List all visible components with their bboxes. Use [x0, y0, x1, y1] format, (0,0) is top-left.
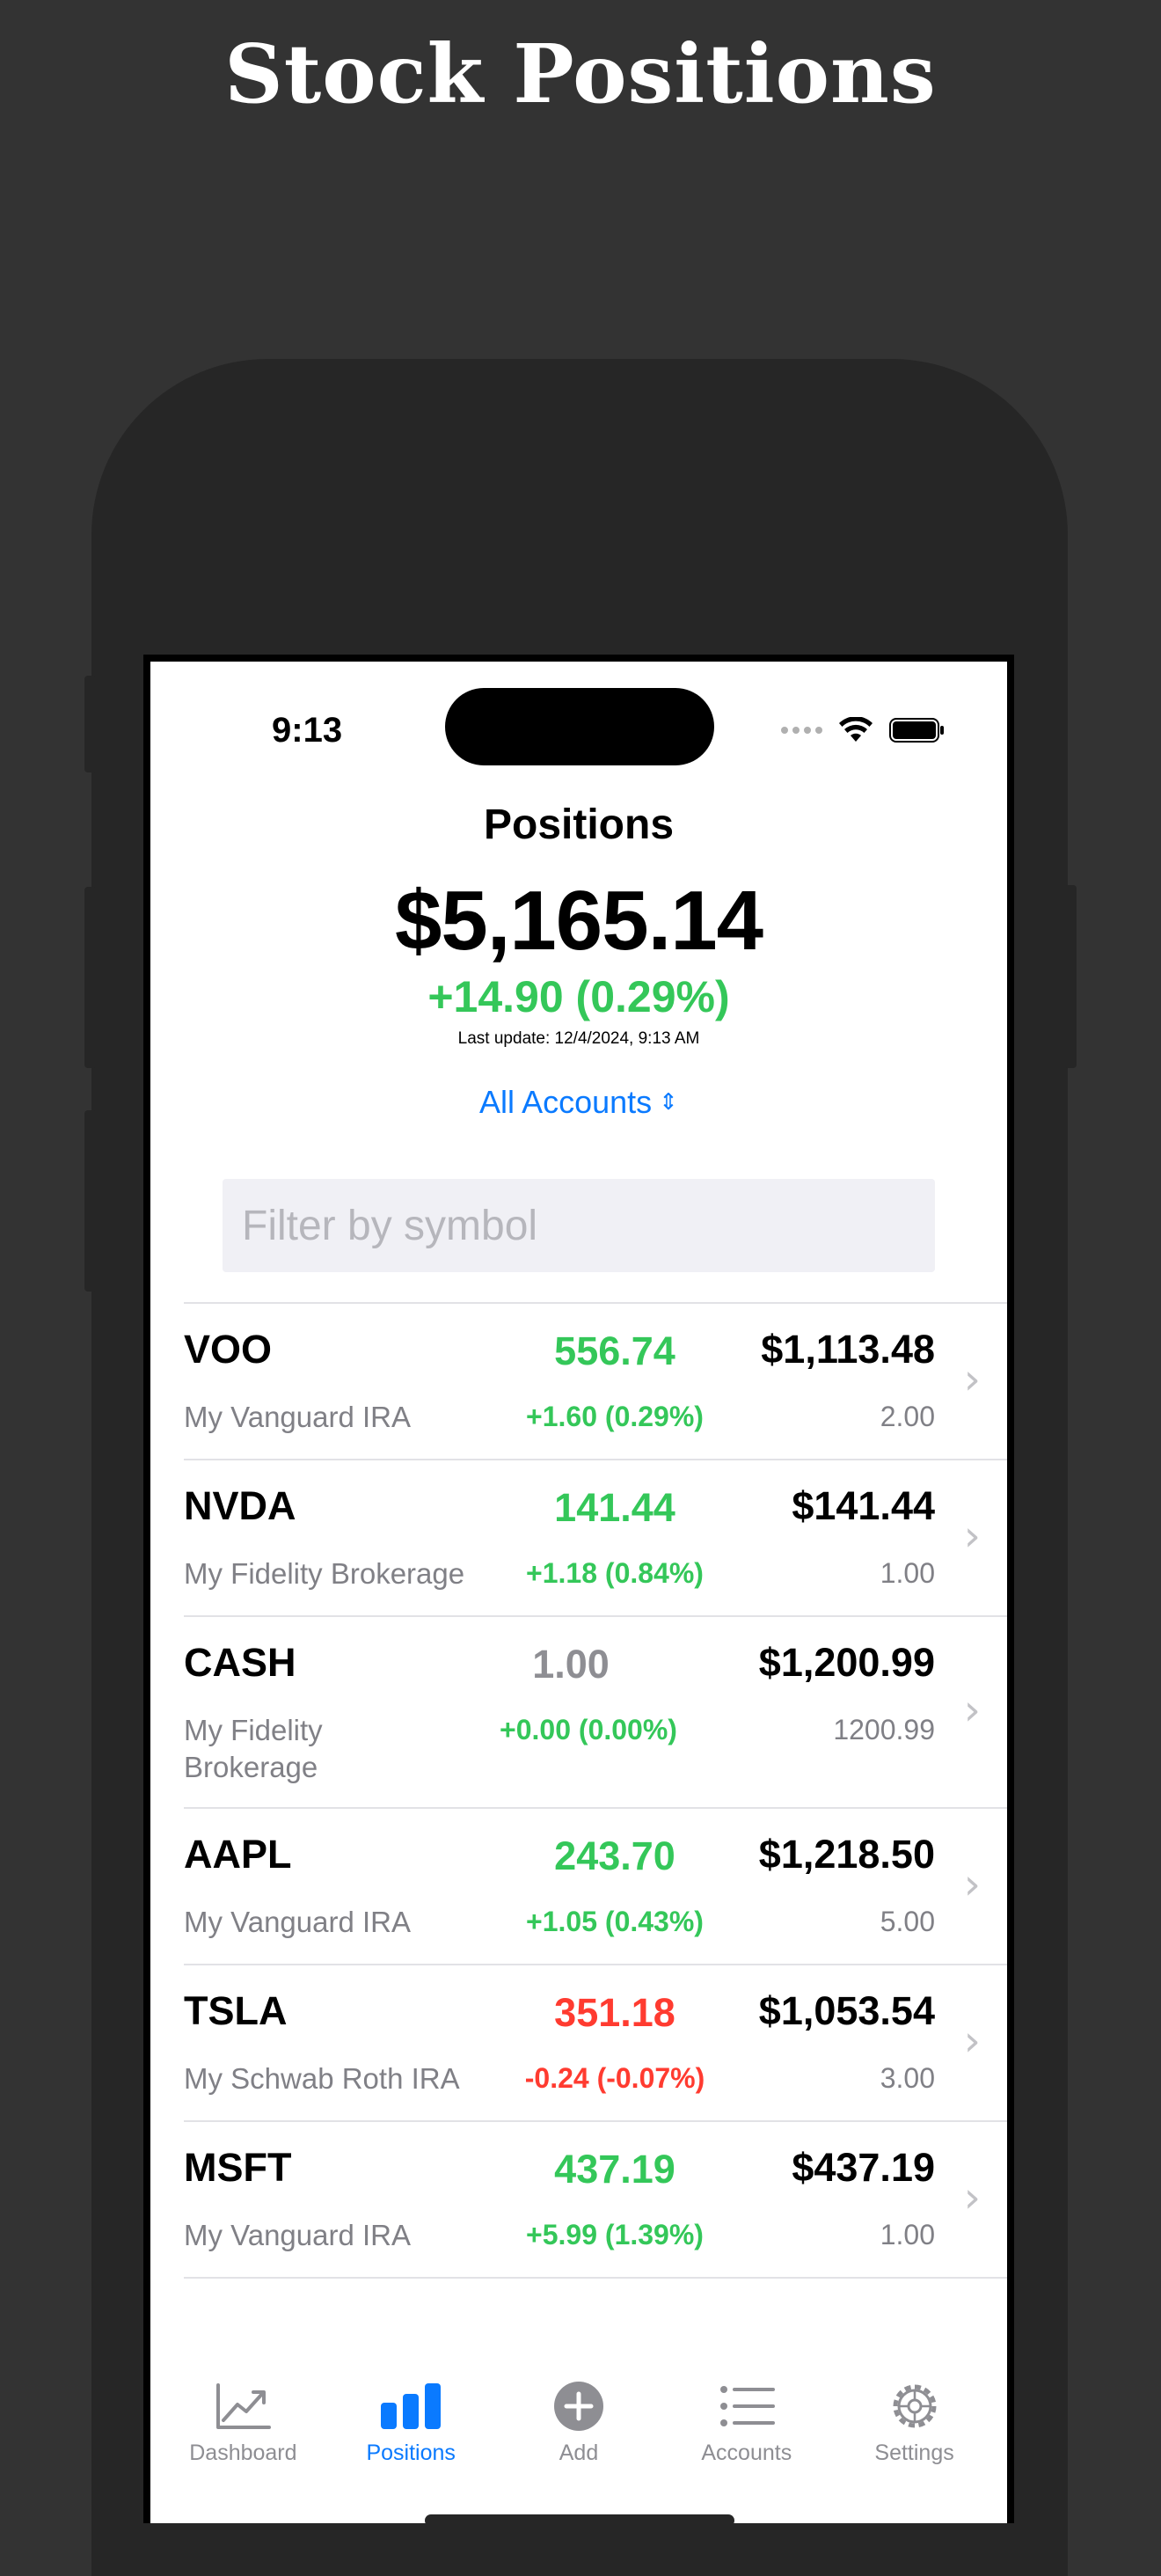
gear-icon [887, 2377, 942, 2435]
tab-label: Settings [874, 2441, 954, 2465]
position-account: My Fidelity Brokerage [184, 1714, 323, 1783]
position-value: $1,218.50 [758, 1832, 935, 1877]
position-row[interactable]: AAPL My Vanguard IRA 243.70 +1.05 (0.43%… [184, 1809, 1007, 1965]
tab-add[interactable]: Add [495, 2377, 663, 2483]
position-shares: 5.00 [880, 1906, 935, 1937]
position-change: -0.24 (-0.07%) [524, 2062, 705, 2094]
total-change: +14.90 (0.29%) [427, 972, 730, 1021]
position-change: +1.05 (0.43%) [526, 1906, 704, 1937]
position-shares: 2.00 [880, 1401, 935, 1432]
position-shares: 1.00 [880, 2219, 935, 2250]
position-price: 141.44 [554, 1485, 675, 1530]
filter-input[interactable] [223, 1179, 935, 1272]
tab-label: Accounts [701, 2441, 792, 2465]
position-account: My Vanguard IRA [184, 1906, 412, 1938]
position-value: $1,200.99 [758, 1640, 935, 1685]
position-account: My Vanguard IRA [184, 1401, 412, 1433]
position-price: 351.18 [554, 1990, 675, 2035]
position-account: My Fidelity Brokerage [184, 1557, 465, 1590]
phone-side-button [84, 1110, 97, 1292]
position-account: My Schwab Roth IRA [184, 2062, 460, 2095]
status-time: 9:13 [272, 711, 343, 750]
tab-label: Dashboard [189, 2441, 297, 2465]
position-shares: 1.00 [880, 1557, 935, 1589]
position-value: $437.19 [792, 2145, 935, 2190]
last-update: Last update: 12/4/2024, 9:13 AM [457, 1029, 700, 1048]
position-value: $1,113.48 [761, 1327, 935, 1372]
position-row[interactable]: TSLA My Schwab Roth IRA 351.18 -0.24 (-0… [184, 1965, 1007, 2122]
position-price: 556.74 [554, 1328, 675, 1373]
position-price: 243.70 [554, 1833, 675, 1878]
position-row[interactable]: NVDA My Fidelity Brokerage 141.44 +1.18 … [184, 1460, 1007, 1617]
chevron-right-icon: › [963, 1686, 981, 1735]
tab-bar: Dashboard Positions Add Accounts Setting… [150, 2377, 1007, 2483]
positions-list: VOO My Vanguard IRA 556.74 +1.60 (0.29%)… [184, 1302, 1007, 2279]
tab-dashboard[interactable]: Dashboard [159, 2377, 327, 2483]
tab-label: Add [559, 2441, 599, 2465]
position-value: $141.44 [792, 1483, 935, 1528]
position-symbol: CASH [184, 1640, 296, 1685]
position-change: +1.60 (0.29%) [526, 1401, 704, 1432]
position-symbol: NVDA [184, 1483, 296, 1528]
page-title: Positions [483, 801, 675, 848]
account-selector[interactable]: All Accounts ⇕ [150, 1084, 1007, 1121]
chevron-right-icon: › [963, 1860, 981, 1909]
phone-screen: 9:13 Positions $5,165.14 +14.90 (0.29%) … [143, 655, 1014, 2523]
chevron-right-icon: › [963, 1355, 981, 1404]
position-row[interactable]: VOO My Vanguard IRA 556.74 +1.60 (0.29%)… [184, 1304, 1007, 1460]
position-change: +5.99 (1.39%) [526, 2219, 704, 2250]
chevron-right-icon: › [963, 1511, 981, 1561]
position-symbol: VOO [184, 1327, 273, 1372]
wifi-icon [839, 717, 873, 742]
tab-label: Positions [366, 2441, 456, 2465]
phone-side-button [84, 887, 97, 1068]
plus-circle-icon [552, 2377, 605, 2435]
position-account: My Vanguard IRA [184, 2219, 412, 2251]
position-value: $1,053.54 [758, 1988, 935, 2033]
signal-dots-icon [781, 727, 822, 734]
position-price: 437.19 [554, 2147, 675, 2192]
position-row[interactable]: CASH My Fidelity Brokerage 1.00 +0.00 (0… [184, 1617, 1007, 1809]
position-change: +1.18 (0.84%) [526, 1557, 704, 1589]
account-selector-label: All Accounts [479, 1084, 653, 1120]
position-change: +0.00 (0.00%) [500, 1714, 677, 1745]
position-shares: 1200.99 [833, 1714, 935, 1745]
battery-icon [889, 718, 944, 743]
position-symbol: MSFT [184, 2145, 292, 2190]
position-shares: 3.00 [880, 2062, 935, 2094]
chevron-up-down-icon: ⇕ [659, 1088, 678, 1115]
marketing-title: Stock Positions [224, 26, 937, 121]
position-price: 1.00 [532, 1642, 610, 1687]
chevron-right-icon: › [963, 2016, 981, 2066]
tab-positions[interactable]: Positions [327, 2377, 495, 2483]
tab-settings[interactable]: Settings [830, 2377, 998, 2483]
chart-line-icon [215, 2377, 272, 2435]
bar-chart-icon [379, 2377, 442, 2435]
home-indicator[interactable] [425, 2514, 734, 2523]
dynamic-island [445, 688, 714, 765]
list-icon [719, 2377, 775, 2435]
total-value: $5,165.14 [394, 874, 763, 968]
phone-side-button [1064, 885, 1077, 1068]
chevron-right-icon: › [963, 2173, 981, 2222]
position-symbol: AAPL [184, 1832, 292, 1877]
phone-side-button [84, 676, 97, 772]
position-symbol: TSLA [184, 1988, 288, 2033]
status-icons [781, 716, 946, 744]
tab-accounts[interactable]: Accounts [662, 2377, 830, 2483]
app-screen: 9:13 Positions $5,165.14 +14.90 (0.29%) … [150, 662, 1007, 2523]
position-row[interactable]: MSFT My Vanguard IRA 437.19 +5.99 (1.39%… [184, 2122, 1007, 2279]
